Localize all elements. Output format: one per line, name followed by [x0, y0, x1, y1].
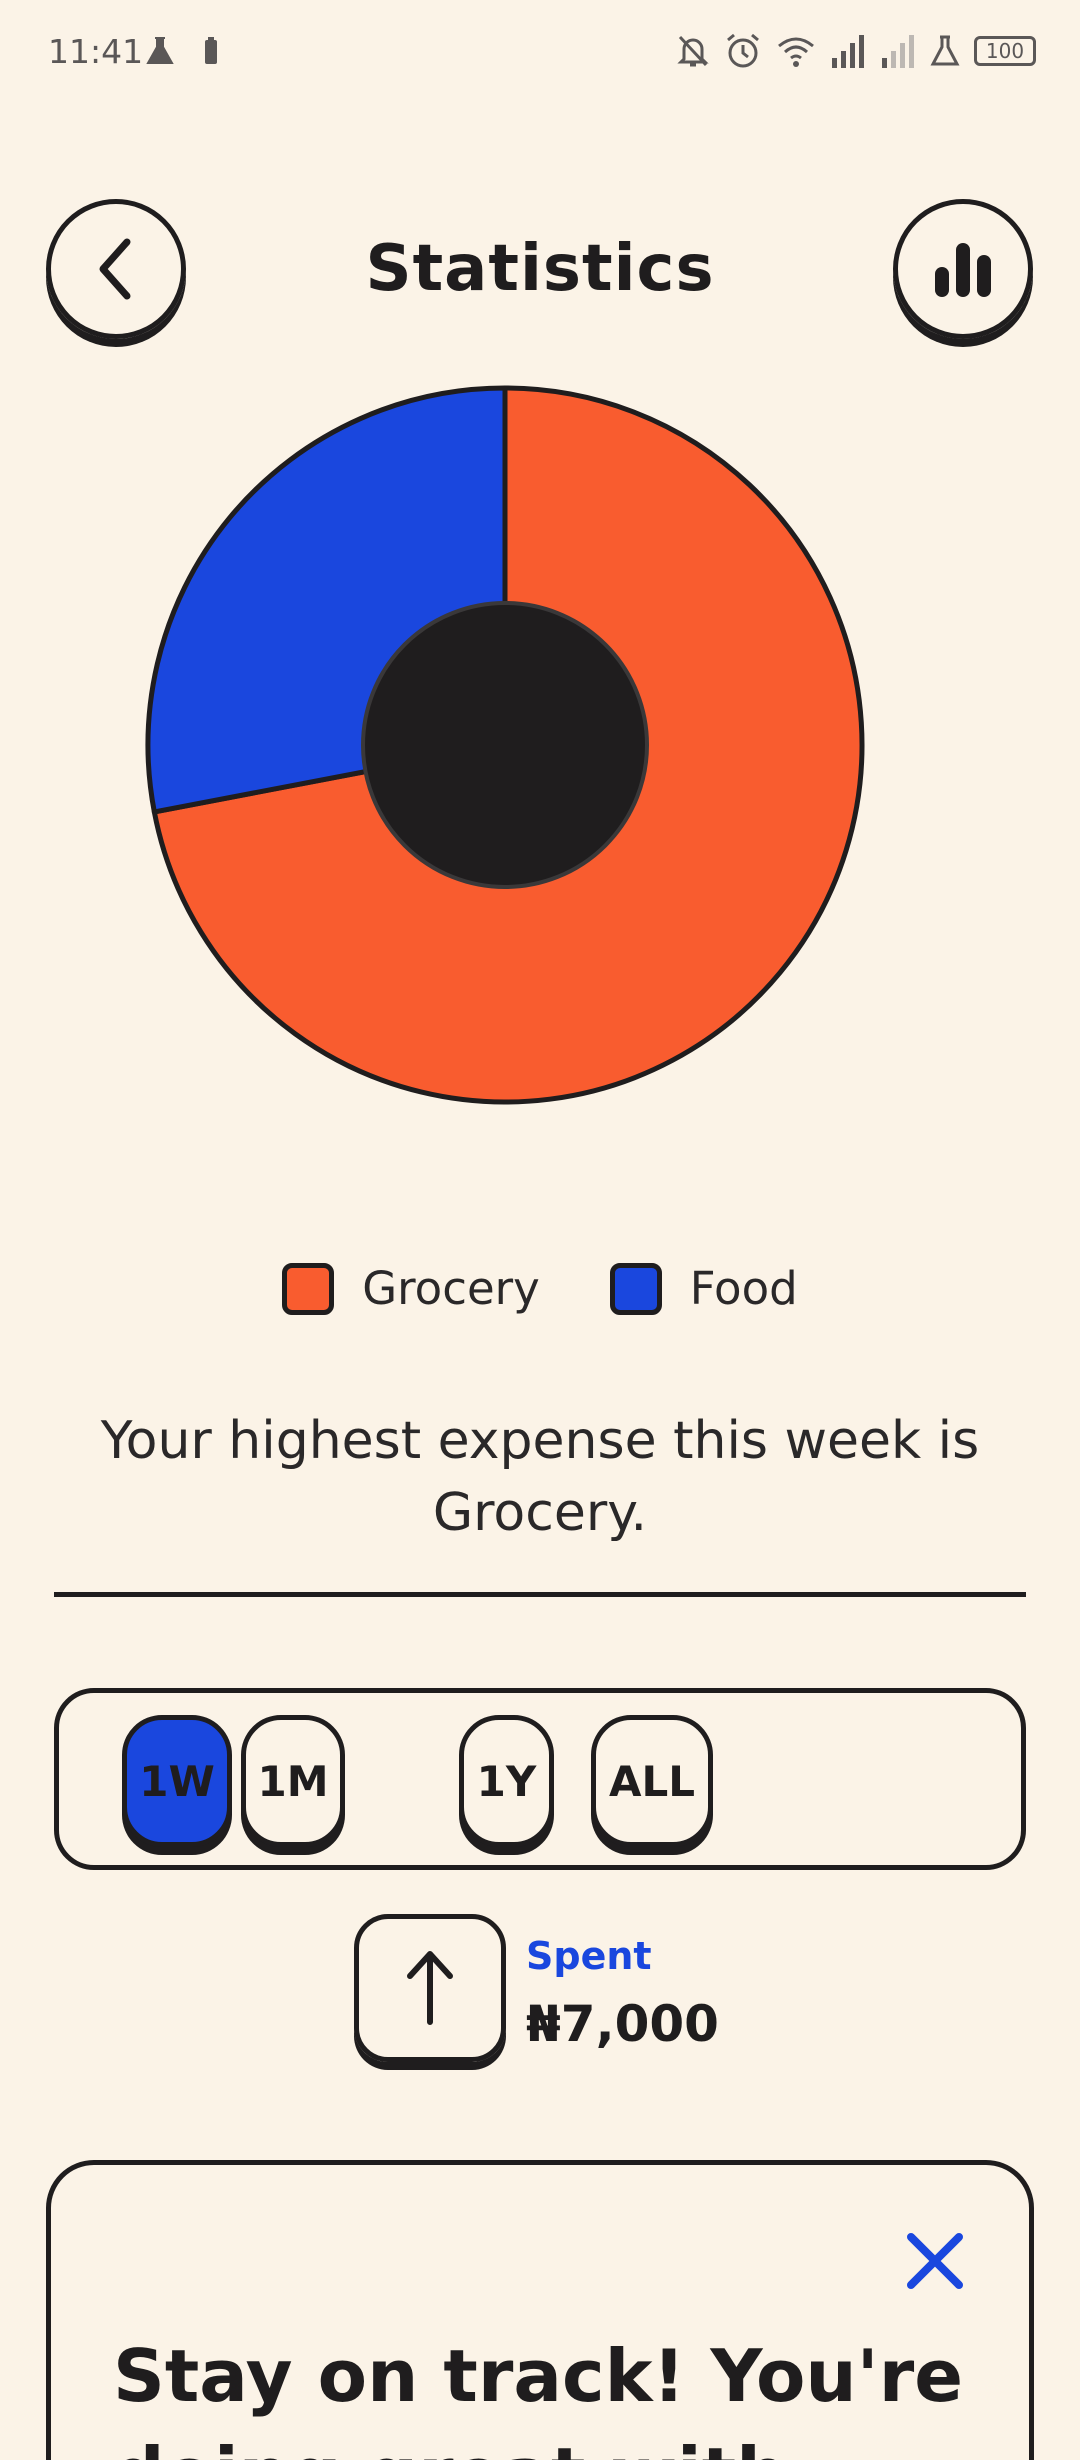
- alarm-icon: [727, 33, 759, 68]
- timeframe-selector: 1W 1M 1Y ALL: [54, 1688, 1026, 1870]
- legend-item-food: Food: [609, 1262, 798, 1315]
- spent-amount: ₦7,000: [526, 1995, 719, 2053]
- status-bar: 11:41 100: [0, 0, 1080, 110]
- expense-insight-text: Your highest expense this week is Grocer…: [60, 1405, 1020, 1549]
- bar-chart-icon: [935, 243, 991, 297]
- insight-line-1: Your highest expense this week is: [100, 1411, 980, 1471]
- close-icon: [907, 2233, 963, 2289]
- flask-icon: [930, 35, 960, 66]
- timeframe-1m-button[interactable]: 1M: [241, 1715, 345, 1847]
- encouragement-text: Stay on track! You're doing great with: [113, 2334, 964, 2460]
- chart-donut-hole: [361, 601, 649, 889]
- battery-icon: 100: [974, 36, 1036, 66]
- flask-icon: [146, 37, 174, 64]
- chevron-left-icon: [99, 238, 131, 300]
- battery-level: 100: [985, 39, 1025, 63]
- spent-label: Spent: [526, 1934, 652, 1978]
- statistics-button[interactable]: [893, 199, 1033, 339]
- timeframe-all-button[interactable]: ALL: [591, 1715, 713, 1847]
- expense-donut-chart: [145, 385, 865, 1105]
- legend-swatch-food: [609, 1262, 662, 1315]
- chart-legend: Grocery Food: [0, 1262, 1080, 1315]
- close-button[interactable]: [901, 2227, 969, 2295]
- page-title: Statistics: [365, 232, 715, 306]
- encouragement-card: Stay on track! You're doing great with: [46, 2160, 1034, 2460]
- status-time: 11:41: [48, 32, 144, 71]
- timeframe-1w-button[interactable]: 1W: [122, 1715, 232, 1847]
- legend-label-grocery: Grocery: [362, 1262, 540, 1315]
- insight-line-2: Grocery.: [432, 1483, 648, 1543]
- legend-label-food: Food: [689, 1262, 798, 1315]
- signal-icon: [832, 35, 864, 68]
- divider: [54, 1592, 1026, 1597]
- arrow-up-icon: [407, 1951, 453, 2025]
- legend-item-grocery: Grocery: [282, 1262, 540, 1315]
- signal-weak-icon: [882, 35, 914, 68]
- bell-off-icon: [677, 35, 709, 67]
- battery-small-icon: [205, 37, 217, 64]
- back-button[interactable]: [46, 199, 186, 339]
- timeframe-1y-button[interactable]: 1Y: [459, 1715, 554, 1847]
- legend-swatch-grocery: [282, 1262, 335, 1315]
- wifi-icon: [778, 37, 814, 67]
- spent-icon-box: [354, 1914, 506, 2062]
